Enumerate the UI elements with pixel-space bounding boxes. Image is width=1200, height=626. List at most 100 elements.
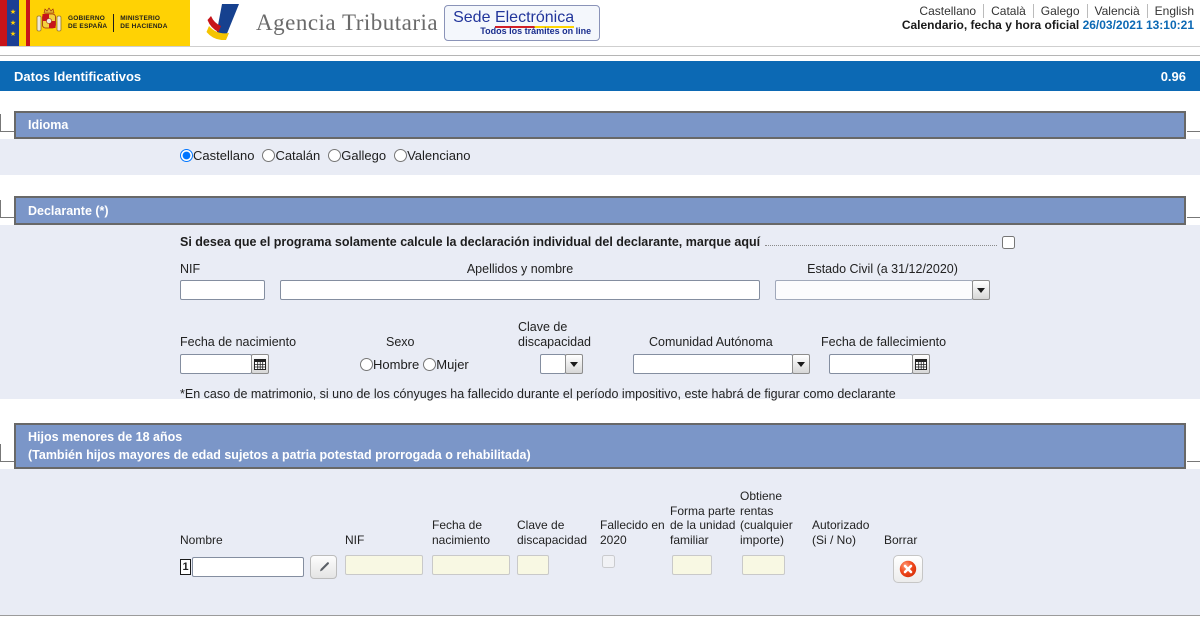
hijos-section-header: Hijos menores de 18 años (También hijos … (14, 423, 1186, 469)
idioma-radio-valenciano[interactable] (394, 149, 407, 162)
apellidos-input[interactable] (280, 280, 760, 300)
calendar-icon (254, 358, 266, 370)
clave-discapacidad-arrow-button[interactable] (565, 354, 583, 374)
individual-declaration-label: Si desea que el programa solamente calcu… (180, 235, 760, 249)
language-link-galego[interactable]: Galego (1034, 4, 1088, 18)
child-obtiene-rentas-field (742, 555, 785, 575)
individual-declaration-checkbox[interactable] (1002, 236, 1015, 249)
declarante-section: Declarante (*) Si desea que el programa … (0, 196, 1200, 399)
delete-icon (899, 560, 917, 578)
fecha-nacimiento-calendar-button[interactable] (251, 354, 269, 374)
hijos-section: Hijos menores de 18 años (También hijos … (0, 423, 1200, 616)
idioma-option-label[interactable]: Castellano (193, 148, 254, 163)
sexo-radio-hombre[interactable] (360, 358, 373, 371)
calendar-icon (915, 358, 927, 370)
child-nif-field (345, 555, 423, 575)
language-switcher: CastellanoCatalàGalegoValenciàEnglish (902, 4, 1194, 18)
government-branding: GOBIERNO DE ESPAÑA MINISTERIO DE HACIEND… (30, 0, 190, 46)
fecha-fallecimiento-label: Fecha de fallecimiento (821, 335, 971, 350)
clave-discapacidad-label: Clave de discapacidad (518, 320, 603, 350)
child-fallecido-checkbox (602, 555, 615, 568)
hijos-heading-line1: Hijos menores de 18 años (28, 428, 1172, 446)
estado-civil-select[interactable] (775, 280, 973, 300)
child-forma-parte-field (672, 555, 712, 575)
idioma-section: Idioma Castellano Catalán Gallego Valenc… (0, 111, 1200, 175)
fecha-nacimiento-input[interactable] (180, 354, 252, 374)
sexo-option-label[interactable]: Mujer (436, 357, 469, 372)
idioma-radio-castellano[interactable] (180, 149, 193, 162)
edit-child-button[interactable] (310, 555, 337, 579)
column-header-clave-discapacidad: Clave de discapacidad (517, 487, 600, 547)
child-clave-discapacidad-field (517, 555, 549, 575)
language-link-castellano[interactable]: Castellano (912, 4, 984, 18)
pencil-icon (317, 560, 331, 574)
child-row-number: 1 (180, 559, 191, 575)
clave-discapacidad-select[interactable] (540, 354, 566, 374)
sede-electronica-badge: Sede Electrónica Todos los trámites on l… (444, 5, 600, 41)
column-header-borrar: Borrar (884, 487, 944, 547)
gobierno-label: GOBIERNO DE ESPAÑA (68, 15, 107, 31)
title-bar: Datos Identificativos 0.96 (0, 61, 1200, 91)
column-header-forma-parte: Forma parte de la unidad familiar (670, 487, 740, 547)
app-header: ★★★ GOBIERNO DE ESPAÑA (0, 0, 1200, 47)
comunidad-autonoma-arrow-button[interactable] (792, 354, 810, 374)
fecha-fallecimiento-input[interactable] (829, 354, 913, 374)
chevron-down-icon (977, 288, 985, 293)
agencia-name: Agencia Tributaria (256, 10, 438, 36)
child-nombre-input[interactable] (192, 557, 304, 577)
language-link-catala[interactable]: Català (984, 4, 1034, 18)
estado-civil-label: Estado Civil (a 31/12/2020) (775, 262, 990, 276)
sexo-radio-mujer[interactable] (423, 358, 436, 371)
idioma-option-label[interactable]: Catalán (275, 148, 320, 163)
column-header-fecha-nacimiento: Fecha de nacimiento (432, 487, 517, 547)
idioma-section-header: Idioma (14, 111, 1186, 139)
nif-label: NIF (180, 262, 265, 276)
column-header-autorizado: Autorizado (Si / No) (812, 487, 884, 547)
sexo-label: Sexo (360, 335, 490, 350)
sede-word: Sede (453, 9, 490, 26)
eu-spain-flag-icon: ★★★ (0, 0, 30, 46)
child-table-row: 1 (180, 555, 1200, 583)
idioma-radio-gallego[interactable] (328, 149, 341, 162)
nif-input[interactable] (180, 280, 265, 300)
fecha-nacimiento-label: Fecha de nacimiento (180, 335, 342, 350)
language-link-english[interactable]: English (1148, 4, 1194, 18)
idioma-option-label[interactable]: Gallego (341, 148, 386, 163)
dotted-leader (765, 245, 997, 246)
clock-label: Calendario, fecha y hora oficial (902, 18, 1079, 32)
separator-rule (0, 55, 1200, 56)
sexo-radio-group: Hombre Mujer (360, 354, 490, 374)
column-header-obtiene-rentas: Obtiene rentas (cualquier importe) (740, 487, 812, 547)
column-header-nombre: Nombre (180, 487, 345, 547)
column-header-nif: NIF (345, 487, 432, 547)
agencia-tributaria-logo: Agencia Tributaria (206, 0, 438, 46)
official-clock: Calendario, fecha y hora oficial 26/03/2… (902, 18, 1194, 32)
ministerio-label: MINISTERIO DE HACIENDA (120, 15, 167, 31)
hijos-table-header: Nombre NIF Fecha de nacimiento Clave de … (180, 487, 1200, 547)
child-fecha-nacimiento-field (432, 555, 510, 575)
chevron-down-icon (570, 362, 578, 367)
page-title: Datos Identificativos (14, 69, 141, 84)
chevron-down-icon (797, 362, 805, 367)
coat-of-arms-icon (36, 4, 62, 43)
gov-divider (113, 14, 114, 32)
delete-child-button[interactable] (893, 555, 923, 583)
clock-value: 26/03/2021 13:10:21 (1083, 18, 1194, 32)
language-link-valencia[interactable]: Valencià (1088, 4, 1148, 18)
declarante-section-header: Declarante (*) (14, 196, 1186, 225)
fecha-fallecimiento-calendar-button[interactable] (912, 354, 930, 374)
page: ★★★ GOBIERNO DE ESPAÑA (0, 0, 1200, 626)
sexo-option-label[interactable]: Hombre (373, 357, 419, 372)
sede-tagline: Todos los trámites on line (453, 26, 591, 37)
agencia-swoosh-icon (206, 2, 248, 45)
idioma-radio-group: Castellano Catalán Gallego Valenciano (180, 148, 1200, 163)
idioma-radio-catalan[interactable] (262, 149, 275, 162)
column-header-fallecido: Fallecido en 2020 (600, 487, 670, 547)
comunidad-autonoma-label: Comunidad Autónoma (633, 335, 811, 350)
version-number: 0.96 (1161, 69, 1186, 84)
comunidad-autonoma-select[interactable] (633, 354, 793, 374)
hijos-heading-line2: (También hijos mayores de edad sujetos a… (28, 446, 1172, 464)
idioma-option-label[interactable]: Valenciano (407, 148, 470, 163)
estado-civil-arrow-button[interactable] (972, 280, 990, 300)
apellidos-label: Apellidos y nombre (280, 262, 760, 276)
